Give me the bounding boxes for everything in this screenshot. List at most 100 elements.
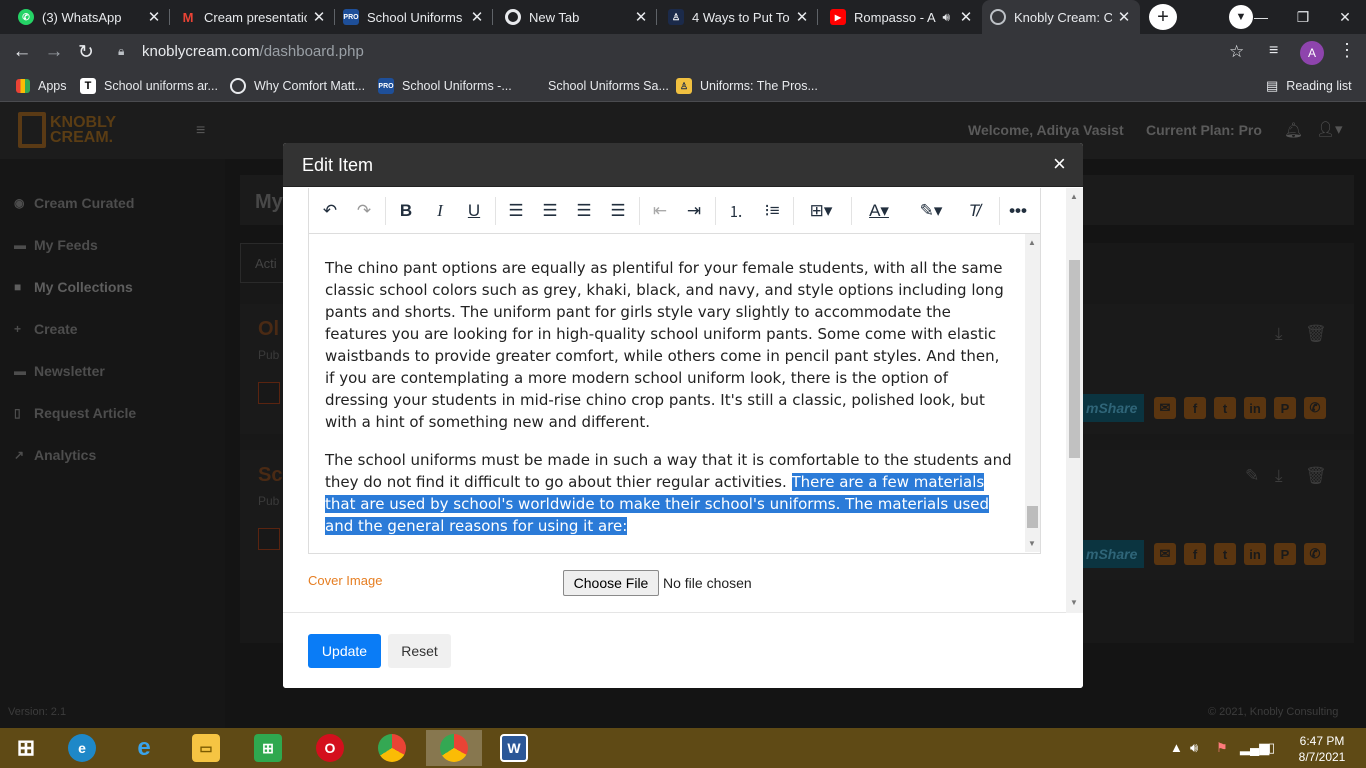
new-tab-button[interactable]: + [1149, 4, 1177, 30]
modal-scrollbar[interactable]: ▲ ▼ [1066, 188, 1083, 613]
bullet-list-icon[interactable]: ⁝≡ [759, 197, 785, 225]
tab-4-ways[interactable]: ♙ 4 Ways to Put Tog ✕ [660, 0, 818, 34]
volume-icon[interactable]: 🔊︎ [1190, 740, 1198, 756]
chrome-profile-taskbar-icon[interactable] [426, 730, 482, 766]
back-icon[interactable]: ← [10, 40, 34, 64]
bookmark-star-icon[interactable]: ☆ [1229, 42, 1244, 62]
store-icon[interactable]: ⊞ [248, 732, 288, 764]
more-icon[interactable]: ••• [1005, 197, 1031, 225]
twitter-icon[interactable]: t [1214, 543, 1236, 565]
sidebar-item-analytics[interactable]: ↗ Analytics [14, 444, 96, 466]
tab-whatsapp[interactable]: ✆ (3) WhatsApp ✕ [10, 0, 170, 34]
sidebar-item-request-article[interactable]: ▯ Request Article [14, 402, 136, 424]
creamshare-button[interactable]: mShare [1082, 394, 1144, 422]
forward-icon[interactable]: → [42, 40, 66, 64]
bookmark-school-uniforms-sa[interactable]: School Uniforms Sa... [524, 76, 669, 96]
underline-icon[interactable]: U [461, 197, 487, 225]
internet-explorer-icon[interactable]: e [124, 732, 164, 764]
creamshare-button[interactable]: mShare [1082, 540, 1144, 568]
sidebar-item-my-feeds[interactable]: ▬ My Feeds [14, 234, 98, 256]
redo-icon[interactable]: ↷ [351, 197, 377, 225]
knobly-logo[interactable]: KNOBLY CREAM. [18, 112, 116, 148]
close-tab-icon[interactable]: ✕ [311, 8, 327, 26]
close-tab-icon[interactable]: ✕ [633, 8, 649, 26]
word-icon[interactable]: W [494, 732, 534, 764]
choose-file-button[interactable]: Choose File [563, 570, 659, 596]
reload-icon[interactable]: ↻ [74, 40, 98, 64]
close-tab-icon[interactable]: ✕ [958, 8, 974, 26]
media-control-icon[interactable]: ≡ [1269, 42, 1278, 60]
indent-icon[interactable]: ⇥ [681, 197, 707, 225]
highlight-icon[interactable]: ✎▾ [909, 197, 953, 225]
facebook-icon[interactable]: f [1184, 397, 1206, 419]
sidebar-item-my-collections[interactable]: ■ My Collections [14, 276, 133, 298]
minimize-icon[interactable]: — [1240, 0, 1282, 34]
battery-icon[interactable]: ▯ [1268, 740, 1275, 756]
windows-start-icon[interactable]: ⊞ [6, 732, 46, 764]
close-tab-icon[interactable]: ✕ [1116, 8, 1132, 26]
user-menu-icon[interactable]: 👤︎▾ [1316, 120, 1343, 138]
facebook-icon[interactable]: f [1184, 543, 1206, 565]
sidebar-item-create[interactable]: + Create [14, 318, 78, 340]
table-icon[interactable]: ⊞▾ [801, 197, 841, 225]
speaker-icon[interactable]: 🔊︎ [942, 10, 950, 25]
close-icon[interactable]: × [1053, 153, 1066, 175]
card-title[interactable]: Sc [258, 464, 282, 487]
align-left-icon[interactable]: ☰ [503, 197, 529, 225]
align-center-icon[interactable]: ☰ [537, 197, 563, 225]
close-tab-icon[interactable]: ✕ [794, 8, 810, 26]
restore-icon[interactable]: ❐ [1282, 0, 1324, 34]
text-color-icon[interactable]: A▾ [859, 197, 899, 225]
clear-formatting-icon[interactable]: T̸ [961, 197, 987, 225]
tab-gmail[interactable]: M Cream presentatio ✕ [172, 0, 335, 34]
linkedin-icon[interactable]: in [1244, 397, 1266, 419]
update-button[interactable]: Update [308, 634, 381, 668]
address-bar[interactable]: knoblycream.com/dashboard.php [142, 43, 364, 60]
bookmark-school-uniforms-procon[interactable]: PRO School Uniforms -... [378, 76, 512, 96]
bookmark-uniforms-pros[interactable]: ♙ Uniforms: The Pros... [676, 76, 818, 96]
scroll-down-icon[interactable]: ▼ [1070, 598, 1078, 607]
trash-icon[interactable]: 🗑︎ [1305, 466, 1327, 486]
tab-knobly-cream[interactable]: Knobly Cream: Cre ✕ [982, 0, 1140, 34]
editor-content[interactable]: The chino pant options are equally as pl… [309, 234, 1025, 552]
linkedin-icon[interactable]: in [1244, 543, 1266, 565]
avatar[interactable]: A [1300, 41, 1324, 65]
undo-icon[interactable]: ↶ [317, 197, 343, 225]
download-icon[interactable]: ⤓ [1275, 324, 1283, 344]
file-explorer-icon[interactable]: ▭ [186, 732, 226, 764]
lock-icon[interactable]: 🔒︎ [118, 44, 124, 59]
card-title[interactable]: Ol [258, 318, 279, 341]
tab-new-tab[interactable]: New Tab ✕ [497, 0, 657, 34]
scroll-up-icon[interactable]: ▲ [1028, 238, 1036, 247]
close-tab-icon[interactable]: ✕ [146, 8, 162, 26]
bell-icon[interactable]: 🔔︎ [1284, 121, 1303, 139]
sidebar-item-newsletter[interactable]: ▬ Newsletter [14, 360, 105, 382]
tab-school-uniforms[interactable]: PRO School Uniforms - ✕ [335, 0, 493, 34]
bold-icon[interactable]: B [393, 197, 419, 225]
hamburger-icon[interactable]: ≡ [196, 122, 205, 140]
outdent-icon[interactable]: ⇤ [647, 197, 673, 225]
edge-icon[interactable]: e [62, 732, 102, 764]
email-icon[interactable]: ✉ [1154, 543, 1176, 565]
network-error-icon[interactable]: ⚑ [1216, 740, 1228, 756]
more-menu-icon[interactable]: ⋮ [1338, 40, 1356, 61]
numbered-list-icon[interactable]: ⒈ [723, 197, 749, 225]
scroll-up-icon[interactable]: ▲ [1070, 192, 1078, 201]
reading-list-button[interactable]: ▤ Reading list [1266, 76, 1352, 96]
twitter-icon[interactable]: t [1214, 397, 1236, 419]
italic-icon[interactable]: I [427, 197, 453, 225]
download-icon[interactable]: ⤓ [1275, 466, 1283, 486]
trash-icon[interactable]: 🗑︎ [1305, 324, 1327, 344]
bookmark-why-comfort[interactable]: Why Comfort Matt... [230, 76, 365, 96]
card-checkbox[interactable] [258, 382, 280, 404]
pinterest-icon[interactable]: P [1274, 543, 1296, 565]
reset-button[interactable]: Reset [388, 634, 451, 668]
whatsapp-share-icon[interactable]: ✆ [1304, 397, 1326, 419]
tray-expand-icon[interactable]: ▲ [1170, 740, 1183, 755]
align-right-icon[interactable]: ☰ [571, 197, 597, 225]
sidebar-item-cream-curated[interactable]: ◉ Cream Curated [14, 192, 134, 214]
editor-scrollbar[interactable]: ▲ ▼ [1025, 234, 1040, 552]
chrome-taskbar-icon[interactable] [372, 732, 412, 764]
edit-icon[interactable]: ✎ [1245, 466, 1259, 486]
scroll-down-icon[interactable]: ▼ [1028, 539, 1036, 548]
